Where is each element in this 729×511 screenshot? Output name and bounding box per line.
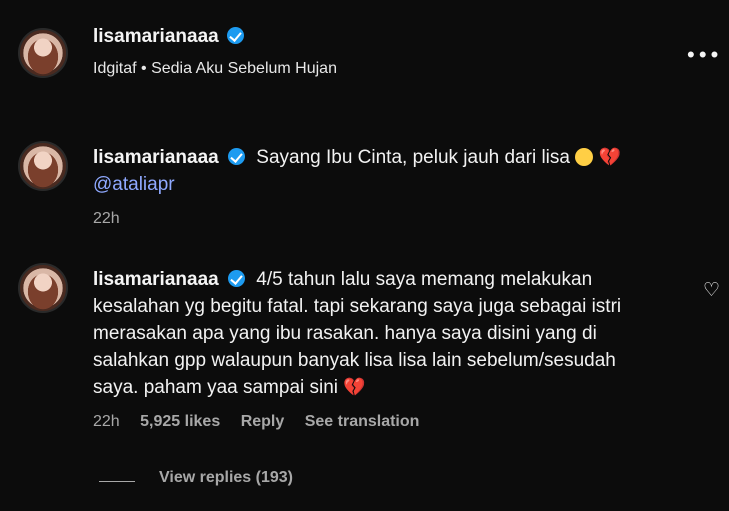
comment-2-text-line: 4/5 tahun lalu saya memang melakukan xyxy=(256,269,593,290)
verified-badge-icon xyxy=(227,27,245,44)
like-heart-outline-icon[interactable]: ♡ xyxy=(703,279,720,302)
comment-1-body: lisamarianaaa Sayang Ibu Cinta, peluk ja… xyxy=(93,144,693,171)
post-author-row: lisamarianaaa xyxy=(93,26,245,48)
broken-heart-emoji-icon: 💔 xyxy=(598,147,621,167)
verified-badge-icon xyxy=(227,148,245,165)
comment-1-text: Sayang Ibu Cinta, peluk jauh dari lisa xyxy=(256,147,570,168)
comment-2-line-1: lisamarianaaa 4/5 tahun lalu saya memang… xyxy=(93,266,693,293)
post-author-avatar[interactable] xyxy=(18,28,68,78)
comment-2-time: 22h xyxy=(93,413,120,430)
comment-2-text-line: kesalahan yg begitu fatal. tapi sekarang… xyxy=(93,296,622,317)
comment-2-text-line: merasakan apa yang ibu rasakan. hanya sa… xyxy=(93,323,597,344)
reply-button[interactable]: Reply xyxy=(241,413,285,430)
pleading-face-emoji-icon xyxy=(575,148,594,166)
view-replies-button[interactable]: View replies (193) xyxy=(159,469,293,487)
comment-2-text-line-last: saya. paham yaa sampai sini 💔 xyxy=(93,374,693,401)
comment-2-body: lisamarianaaa 4/5 tahun lalu saya memang… xyxy=(93,266,693,401)
broken-heart-emoji-icon: 💔 xyxy=(343,377,366,397)
comment-avatar[interactable] xyxy=(18,263,68,313)
comment-2-username[interactable]: lisamarianaaa xyxy=(93,269,219,290)
comment-2-likes[interactable]: 5,925 likes xyxy=(140,413,220,430)
see-translation-button[interactable]: See translation xyxy=(305,413,420,430)
post-author-username[interactable]: lisamarianaaa xyxy=(93,26,219,47)
comment-2: lisamarianaaa 4/5 tahun lalu saya memang… xyxy=(93,266,693,431)
comment-2-text-line: salahkan gpp walaupun banyak lisa lisa l… xyxy=(93,350,616,371)
comment-2-text-line: saya. paham yaa sampai sini xyxy=(93,377,339,398)
comment-1-username[interactable]: lisamarianaaa xyxy=(93,147,219,168)
replies-divider xyxy=(99,481,135,482)
verified-badge-icon xyxy=(227,270,245,287)
comment-2-meta: 22h 5,925 likes Reply See translation xyxy=(93,413,693,431)
more-dots-icon[interactable]: • • • xyxy=(687,44,718,66)
comment-avatar[interactable] xyxy=(18,141,68,191)
comment-1-time: 22h xyxy=(93,210,120,227)
comment-1: lisamarianaaa Sayang Ibu Cinta, peluk ja… xyxy=(93,144,693,228)
post-audio-subtitle[interactable]: Idgitaf • Sedia Aku Sebelum Hujan xyxy=(93,60,337,78)
comment-1-mention[interactable]: @ataliapr xyxy=(93,171,693,198)
